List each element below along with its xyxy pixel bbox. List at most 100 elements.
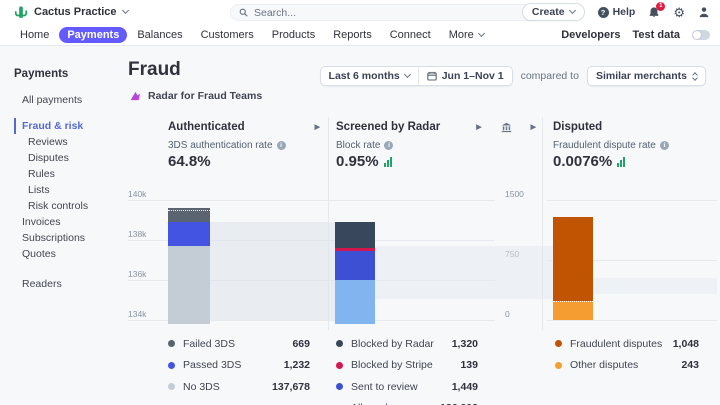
- sidebar-item-quotes[interactable]: Quotes: [14, 246, 125, 262]
- filter-bar: Last 6 months Jun 1–Nov 1 compared to Si…: [319, 66, 706, 86]
- section-authenticated-header[interactable]: Authenticated ▶: [168, 121, 320, 133]
- legend-column: Failed 3DS 669 Passed 3DS 1,232 No 3DS 137,67…: [168, 333, 310, 398]
- sidebar-header: Payments: [14, 68, 69, 80]
- test-data-toggle[interactable]: [692, 30, 710, 40]
- bank-icon: [501, 122, 511, 132]
- chevron-down-icon: [121, 6, 129, 15]
- sidebar-item-risk-controls[interactable]: Risk controls: [14, 198, 125, 214]
- sidebar-item-disputes[interactable]: Disputes: [14, 150, 125, 166]
- info-icon[interactable]: i: [276, 141, 286, 150]
- legend-dot-icon: [168, 361, 175, 369]
- product-badge: Radar for Fraud Teams: [129, 90, 262, 102]
- section-screened-header[interactable]: Screened by Radar ▶ ▶: [336, 121, 536, 133]
- sparkline-bars-icon: [617, 156, 626, 167]
- primary-nav: Home Payments Balances Customers Products Rep…: [12, 27, 492, 43]
- search-input[interactable]: Search...: [230, 4, 570, 21]
- fraud-dashboard: Authenticated ▶ 3DS authentication rate …: [125, 115, 720, 405]
- main-content: Fraud Radar for Fraud Teams Last 6 month…: [125, 46, 720, 405]
- toggle-knob: [693, 31, 701, 39]
- sidebar-item-fraud-risk[interactable]: Fraud & risk: [14, 118, 125, 134]
- section-title: Disputed: [553, 121, 603, 133]
- sidebar-item-invoices[interactable]: Invoices: [14, 214, 125, 230]
- date-range-button[interactable]: Last 6 months: [321, 67, 418, 85]
- help-label: Help: [612, 6, 636, 18]
- sidebar-item-rules[interactable]: Rules: [14, 166, 125, 182]
- nav-item-connect[interactable]: Connect: [382, 27, 439, 43]
- sidebar-list: All payments Fraud & risk Reviews Disputes R…: [14, 92, 125, 292]
- sidebar-item-all-payments[interactable]: All payments: [14, 92, 125, 108]
- bar-segment-no-3ds: [168, 246, 210, 324]
- topbar: Cactus Practice Search... Create ? Help: [0, 0, 720, 46]
- metric-value-text: 0.95%: [336, 153, 379, 170]
- date-span-button[interactable]: Jun 1–Nov 1: [417, 67, 512, 85]
- nav-item-products[interactable]: Products: [264, 27, 323, 43]
- nav-item-customers[interactable]: Customers: [193, 27, 262, 43]
- legend-row: Allowed136,002: [336, 398, 478, 405]
- nav-item-balances[interactable]: Balances: [129, 27, 190, 43]
- legend-column: Fraudulent disputes 1,048 Other disputes 24…: [555, 333, 699, 376]
- legend-row: Fraudulent disputes 1,048: [555, 333, 699, 355]
- info-icon[interactable]: i: [659, 141, 669, 150]
- comparison-value: Similar merchants: [595, 70, 687, 82]
- legend-value: 669: [292, 337, 310, 350]
- help-icon: ?: [597, 6, 609, 18]
- page-title: Fraud: [128, 59, 181, 80]
- metric-value: 0.95%: [336, 153, 392, 170]
- nav-item-reports[interactable]: Reports: [325, 27, 380, 43]
- bar-segment-passed-3ds: [168, 221, 210, 247]
- create-button[interactable]: Create: [521, 3, 585, 21]
- section-title: Screened by Radar: [336, 121, 441, 133]
- profile-avatar-icon[interactable]: [698, 6, 710, 18]
- section-disputed-header[interactable]: Disputed: [553, 121, 602, 133]
- comparison-select[interactable]: Similar merchants: [586, 66, 706, 86]
- date-filter-group: Last 6 months Jun 1–Nov 1: [319, 66, 513, 86]
- chevron-down-icon: [403, 70, 411, 79]
- sidebar-item-readers[interactable]: Readers: [14, 276, 125, 292]
- gridline-left: [128, 200, 495, 201]
- legend-label: Other disputes: [570, 359, 639, 372]
- help-button[interactable]: ? Help: [597, 6, 636, 18]
- sparkline-bars-icon: [383, 156, 392, 167]
- axis-tick-left: 136k: [128, 269, 147, 279]
- flow-band: [593, 278, 717, 294]
- legend-row: Blocked by Stripe 139: [336, 355, 478, 377]
- search-icon: [239, 8, 248, 17]
- settings-gear-icon[interactable]: ⚙: [673, 6, 685, 19]
- nav-item-home[interactable]: Home: [12, 27, 57, 43]
- notification-badge: 1: [656, 1, 666, 11]
- metric-label: 3DS authentication rate: [168, 140, 273, 151]
- flow-arrow-icon: ▶: [314, 124, 320, 131]
- legend-label: Sent to review: [351, 380, 418, 393]
- legend-row: No 3DS 137,678: [168, 376, 310, 398]
- legend-value: 1,449: [451, 380, 478, 393]
- legend-value: 1,320: [451, 337, 478, 350]
- axis-tick-right: 1500: [505, 189, 524, 199]
- nav-item-more[interactable]: More: [441, 27, 492, 43]
- benchmark-dotted-line: [168, 210, 210, 212]
- legend-row: Failed 3DS 669: [168, 333, 310, 355]
- metric-label: Block rate: [336, 140, 381, 151]
- account-switcher[interactable]: Cactus Practice: [14, 5, 129, 19]
- calendar-icon: [427, 71, 437, 81]
- chart-canvas: 140k138k136k134k15007500: [125, 186, 720, 326]
- benchmark-dotted-line: [553, 300, 593, 302]
- sidebar-item-lists[interactable]: Lists: [14, 182, 125, 198]
- flow-arrow-icon: ▶: [530, 124, 536, 131]
- flow-band: [210, 222, 335, 320]
- date-span-label: Jun 1–Nov 1: [441, 70, 504, 82]
- developers-link[interactable]: Developers: [561, 29, 620, 41]
- legend-label: No 3DS: [183, 380, 220, 393]
- legend-dot-icon: [336, 383, 343, 391]
- axis-tick-right: 0: [505, 309, 510, 319]
- sidebar-item-subscriptions[interactable]: Subscriptions: [14, 230, 125, 246]
- nav-item-payments[interactable]: Payments: [59, 27, 128, 43]
- axis-tick-left: 138k: [128, 229, 147, 239]
- metric-label-row: Block rate i: [336, 140, 394, 151]
- bar-segment-blocked-by-radar: [335, 221, 375, 249]
- legend-value: 243: [681, 359, 699, 372]
- info-icon[interactable]: i: [384, 141, 394, 150]
- notifications-button[interactable]: 1: [648, 1, 666, 19]
- app-window: Cactus Practice Search... Create ? Help: [0, 0, 720, 405]
- sidebar-item-reviews[interactable]: Reviews: [14, 134, 125, 150]
